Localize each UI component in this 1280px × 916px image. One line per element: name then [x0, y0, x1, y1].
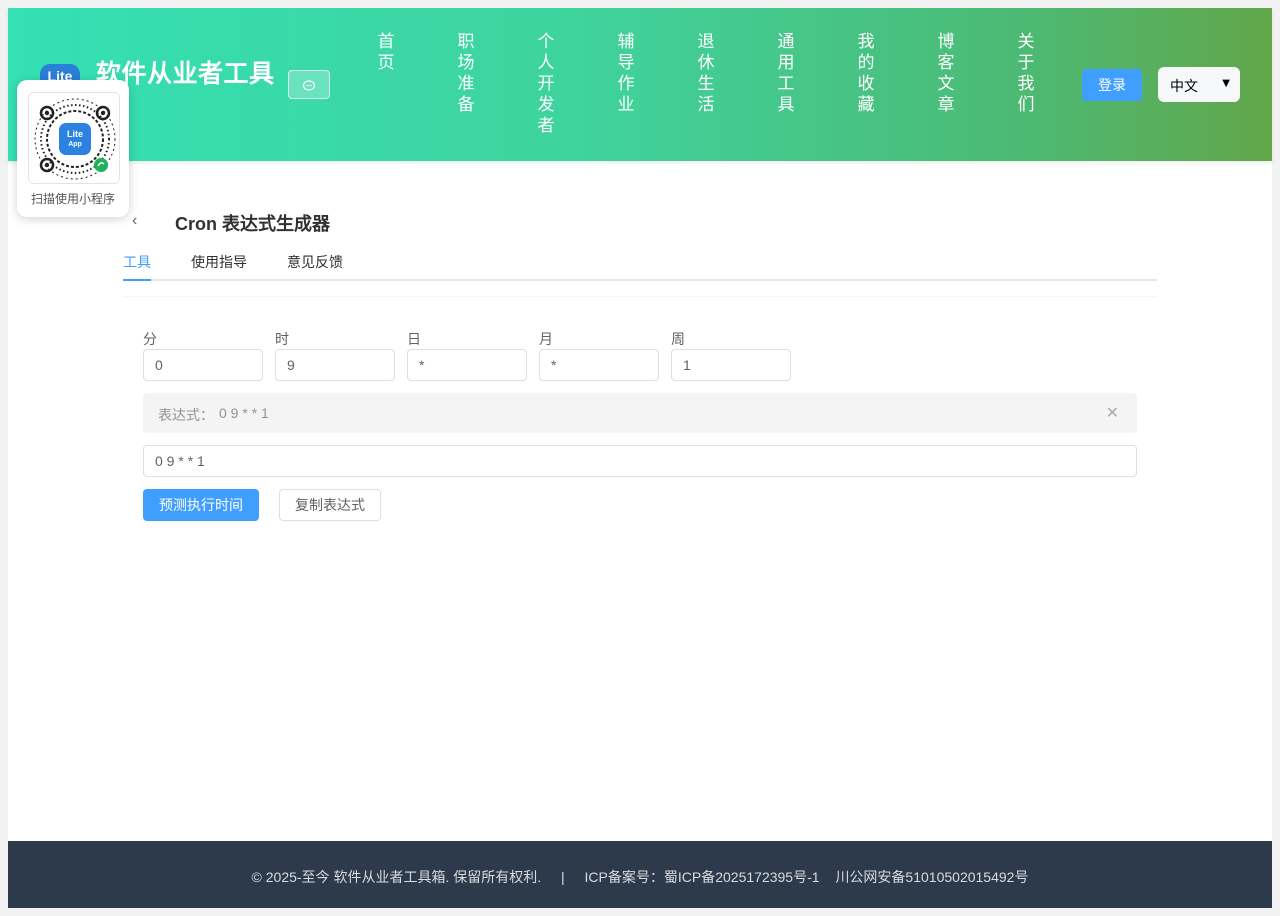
nav-item-career[interactable]: 职场准备 — [448, 32, 484, 116]
nav-item-homework[interactable]: 辅导作业 — [608, 32, 644, 116]
tab-bar: 工具 使用指导 意见反馈 — [123, 252, 1157, 281]
tab-guide[interactable]: 使用指导 — [191, 252, 247, 281]
day-input[interactable]: * — [407, 349, 527, 381]
qr-code-image[interactable]: Lite App — [28, 92, 120, 184]
nav-item-general-tools[interactable]: 通用工具 — [768, 32, 804, 116]
qr-code-icon: Lite App — [29, 93, 119, 183]
svg-text:App: App — [68, 141, 82, 148]
icp-link[interactable]: ICP备案号：蜀ICP备2025172395号-1 — [585, 869, 820, 885]
police-record-link[interactable]: 川公网安备51010502015492号 — [835, 869, 1028, 885]
nav-item-indie-dev[interactable]: 个人开发者 — [528, 32, 564, 137]
nav-item-favorites[interactable]: 我的收藏 — [848, 32, 884, 116]
chevron-down-icon: ▼ — [1222, 78, 1230, 89]
hour-input[interactable]: 9 — [275, 349, 395, 381]
nav-item-blog[interactable]: 博客文章 — [928, 32, 964, 116]
tab-feedback[interactable]: 意见反馈 — [287, 252, 343, 281]
expression-alert: 表达式： 0 9 * * 1 ✕ — [143, 393, 1137, 433]
miniprogram-qr-card: Lite App 扫描使用小程序 — [17, 80, 129, 217]
chevron-left-icon[interactable]: ‹ — [132, 212, 137, 230]
language-selected-value: 中文 — [1170, 79, 1198, 95]
page: Lite 软件从业者工具 首页 职场准备 个人开发者 辅导作业 退休生活 通用工… — [8, 8, 1272, 908]
chat-bubble-icon — [302, 79, 316, 91]
nav-item-about[interactable]: 关于我们 — [1008, 32, 1044, 116]
chat-button[interactable] — [288, 70, 330, 99]
field-label-minute: 分 — [143, 331, 157, 347]
active-tab-indicator — [123, 279, 151, 281]
tab-label: 工具 — [123, 254, 151, 270]
nav-item-retirement[interactable]: 退休生活 — [688, 32, 724, 116]
field-label-month: 月 — [539, 331, 553, 347]
close-icon[interactable]: ✕ — [1106, 403, 1119, 423]
copyright-text: © 2025-至今 软件从业者工具箱. 保留所有权利. — [251, 869, 542, 885]
site-footer: © 2025-至今 软件从业者工具箱. 保留所有权利. | ICP备案号：蜀IC… — [8, 841, 1272, 908]
site-header: Lite 软件从业者工具 首页 职场准备 个人开发者 辅导作业 退休生活 通用工… — [8, 8, 1272, 161]
tab-tool[interactable]: 工具 — [123, 252, 151, 281]
expression-input[interactable]: 0 9 * * 1 — [143, 445, 1137, 477]
page-title: Cron 表达式生成器 — [175, 214, 330, 234]
login-button[interactable]: 登录 — [1082, 69, 1142, 101]
language-select[interactable]: 中文 ▼ — [1158, 67, 1240, 102]
alert-expression: 0 9 * * 1 — [219, 405, 269, 421]
qr-caption: 扫描使用小程序 — [30, 192, 115, 206]
minute-input[interactable]: 0 — [143, 349, 263, 381]
field-label-hour: 时 — [275, 331, 289, 347]
svg-text:Lite: Lite — [67, 129, 83, 139]
field-label-day: 日 — [407, 331, 421, 347]
nav-item-home[interactable]: 首页 — [368, 32, 404, 74]
footer-text: © 2025-至今 软件从业者工具箱. 保留所有权利. | ICP备案号：蜀IC… — [8, 867, 1272, 887]
alert-label: 表达式： — [158, 407, 214, 423]
copy-expression-button[interactable]: 复制表达式 — [279, 489, 381, 521]
footer-separator: | — [561, 869, 565, 885]
preview-run-times-button[interactable]: 预测执行时间 — [143, 489, 259, 521]
field-label-week: 周 — [671, 331, 685, 347]
month-input[interactable]: * — [539, 349, 659, 381]
week-input[interactable]: 1 — [671, 349, 791, 381]
